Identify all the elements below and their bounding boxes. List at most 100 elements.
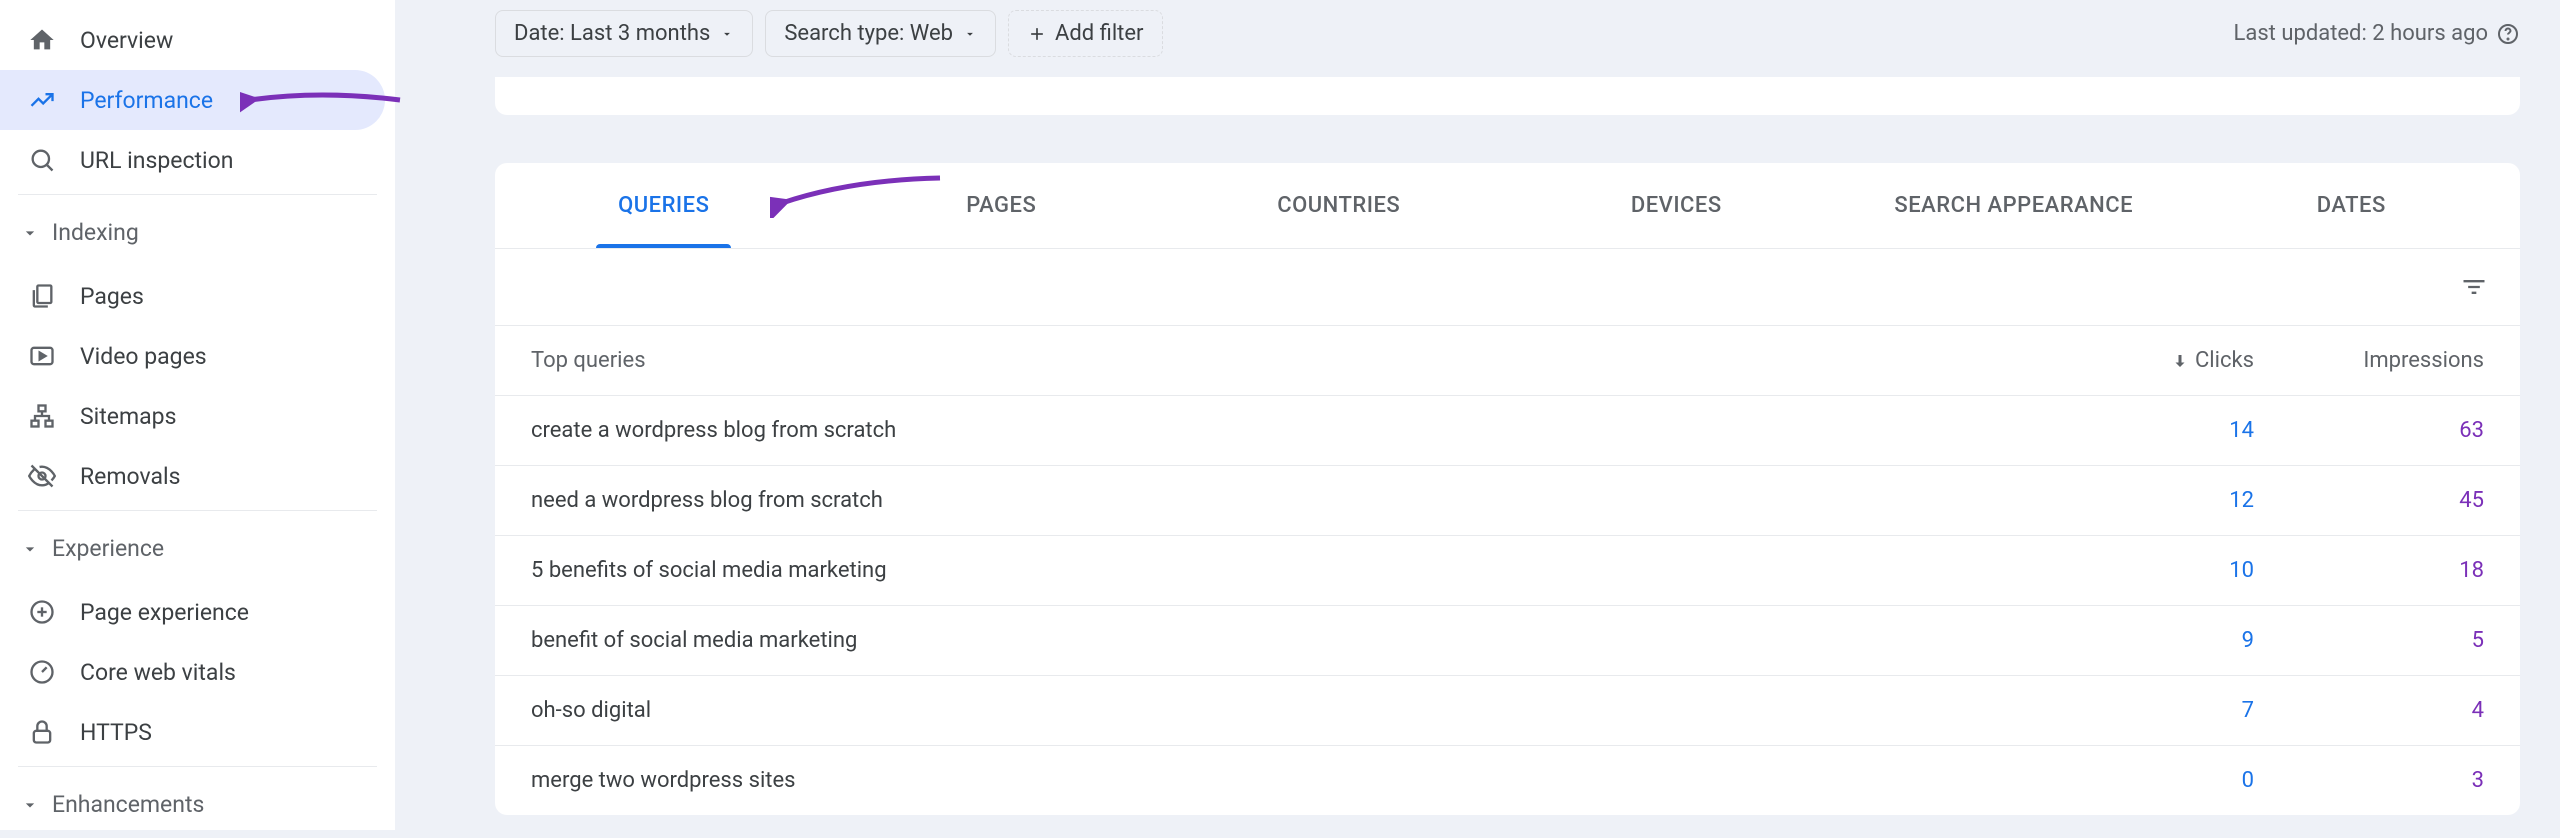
column-header-query[interactable]: Top queries	[531, 348, 2074, 373]
cell-impressions: 63	[2254, 418, 2484, 443]
sidebar-item-label: Removals	[80, 463, 180, 490]
sidebar-item-label: Overview	[80, 27, 173, 54]
sidebar-item-overview[interactable]: Overview	[0, 10, 385, 70]
cell-clicks: 12	[2074, 488, 2254, 513]
tab-label: DEVICES	[1631, 193, 1722, 218]
column-header-clicks[interactable]: Clicks	[2074, 348, 2254, 373]
speed-icon	[28, 658, 56, 686]
tab-queries[interactable]: QUERIES	[495, 163, 833, 248]
table-header: Top queries Clicks Impressions	[495, 325, 2520, 395]
sidebar-item-label: HTTPS	[80, 719, 152, 746]
sidebar-item-page-experience[interactable]: Page experience	[0, 582, 385, 642]
cell-clicks: 0	[2074, 768, 2254, 793]
help-icon[interactable]	[2496, 22, 2520, 46]
cell-clicks: 10	[2074, 558, 2254, 583]
cell-impressions: 4	[2254, 698, 2484, 723]
sidebar-item-sitemaps[interactable]: Sitemaps	[0, 386, 385, 446]
sidebar-section-experience[interactable]: Experience	[0, 515, 395, 582]
cell-clicks: 7	[2074, 698, 2254, 723]
chevron-down-icon	[20, 795, 40, 815]
sidebar-section-label: Enhancements	[52, 791, 204, 818]
sidebar-item-label: Performance	[80, 87, 213, 114]
table-body: create a wordpress blog from scratch1463…	[495, 395, 2520, 815]
cell-clicks: 9	[2074, 628, 2254, 653]
sidebar-item-https[interactable]: HTTPS	[0, 702, 385, 762]
chevron-down-icon	[20, 223, 40, 243]
main-content: Date: Last 3 months Search type: Web Add…	[395, 0, 2560, 830]
tab-label: SEARCH APPEARANCE	[1894, 193, 2133, 218]
dropdown-icon	[720, 27, 734, 41]
sidebar-item-pages[interactable]: Pages	[0, 266, 385, 326]
file-copy-icon	[28, 282, 56, 310]
video-icon	[28, 342, 56, 370]
table-row[interactable]: need a wordpress blog from scratch1245	[495, 465, 2520, 535]
cell-query: oh-so digital	[531, 698, 2074, 723]
filter-chip-label: Date: Last 3 months	[514, 21, 710, 46]
add-filter-button[interactable]: Add filter	[1008, 10, 1162, 57]
table-row[interactable]: benefit of social media marketing95	[495, 605, 2520, 675]
sidebar-item-removals[interactable]: Removals	[0, 446, 385, 506]
annotation-arrow-icon	[240, 82, 410, 122]
sidebar-item-label: Page experience	[80, 599, 249, 626]
cell-query: 5 benefits of social media marketing	[531, 558, 2074, 583]
table-row[interactable]: create a wordpress blog from scratch1463	[495, 395, 2520, 465]
trending-up-icon	[28, 86, 56, 114]
cell-clicks: 14	[2074, 418, 2254, 443]
home-icon	[28, 26, 56, 54]
lock-icon	[28, 718, 56, 746]
filter-chip-date[interactable]: Date: Last 3 months	[495, 10, 753, 57]
filter-list-icon[interactable]	[2460, 273, 2488, 301]
sidebar-section-enhancements[interactable]: Enhancements	[0, 771, 395, 838]
filter-chip-search-type[interactable]: Search type: Web	[765, 10, 996, 57]
add-filter-label: Add filter	[1055, 21, 1143, 46]
filter-bar: Date: Last 3 months Search type: Web Add…	[495, 10, 2520, 57]
chart-card-placeholder	[495, 77, 2520, 115]
tab-label: QUERIES	[618, 193, 709, 218]
tab-dates[interactable]: DATES	[2183, 163, 2521, 248]
plus-icon	[1027, 24, 1047, 44]
tab-label: COUNTRIES	[1277, 193, 1400, 218]
filter-chip-label: Search type: Web	[784, 21, 953, 46]
sidebar-item-label: Video pages	[80, 343, 207, 370]
cell-query: benefit of social media marketing	[531, 628, 2074, 653]
arrow-down-icon	[2171, 352, 2189, 370]
sidebar-item-video-pages[interactable]: Video pages	[0, 326, 385, 386]
sidebar-section-label: Indexing	[52, 219, 139, 246]
tab-pages[interactable]: PAGES	[833, 163, 1171, 248]
sidebar-item-url-inspection[interactable]: URL inspection	[0, 130, 385, 190]
sidebar-item-label: Pages	[80, 283, 144, 310]
search-icon	[28, 146, 56, 174]
cell-impressions: 18	[2254, 558, 2484, 583]
sidebar-item-label: Sitemaps	[80, 403, 176, 430]
sitemap-icon	[28, 402, 56, 430]
cell-query: create a wordpress blog from scratch	[531, 418, 2074, 443]
table-row[interactable]: merge two wordpress sites03	[495, 745, 2520, 815]
table-row[interactable]: oh-so digital74	[495, 675, 2520, 745]
cell-impressions: 45	[2254, 488, 2484, 513]
table-row[interactable]: 5 benefits of social media marketing1018	[495, 535, 2520, 605]
cell-impressions: 5	[2254, 628, 2484, 653]
cell-query: need a wordpress blog from scratch	[531, 488, 2074, 513]
tab-search-appearance[interactable]: SEARCH APPEARANCE	[1845, 163, 2183, 248]
sidebar-item-label: URL inspection	[80, 147, 233, 174]
cell-impressions: 3	[2254, 768, 2484, 793]
tab-label: PAGES	[966, 193, 1036, 218]
column-header-impressions[interactable]: Impressions	[2254, 348, 2484, 373]
sidebar: Overview Performance URL inspection Inde…	[0, 0, 395, 830]
sidebar-section-label: Experience	[52, 535, 164, 562]
sidebar-item-performance[interactable]: Performance	[0, 70, 385, 130]
chevron-down-icon	[20, 539, 40, 559]
sidebar-section-indexing[interactable]: Indexing	[0, 199, 395, 266]
last-updated-text: Last updated: 2 hours ago	[2234, 21, 2488, 46]
tabs: QUERIES PAGES COUNTRIES DEVICES SEARCH A…	[495, 163, 2520, 249]
cell-query: merge two wordpress sites	[531, 768, 2074, 793]
tab-devices[interactable]: DEVICES	[1508, 163, 1846, 248]
results-panel: QUERIES PAGES COUNTRIES DEVICES SEARCH A…	[495, 163, 2520, 815]
sidebar-item-label: Core web vitals	[80, 659, 236, 686]
tab-countries[interactable]: COUNTRIES	[1170, 163, 1508, 248]
visibility-off-icon	[28, 462, 56, 490]
add-circle-icon	[28, 598, 56, 626]
dropdown-icon	[963, 27, 977, 41]
last-updated: Last updated: 2 hours ago	[2234, 21, 2520, 46]
sidebar-item-core-web-vitals[interactable]: Core web vitals	[0, 642, 385, 702]
